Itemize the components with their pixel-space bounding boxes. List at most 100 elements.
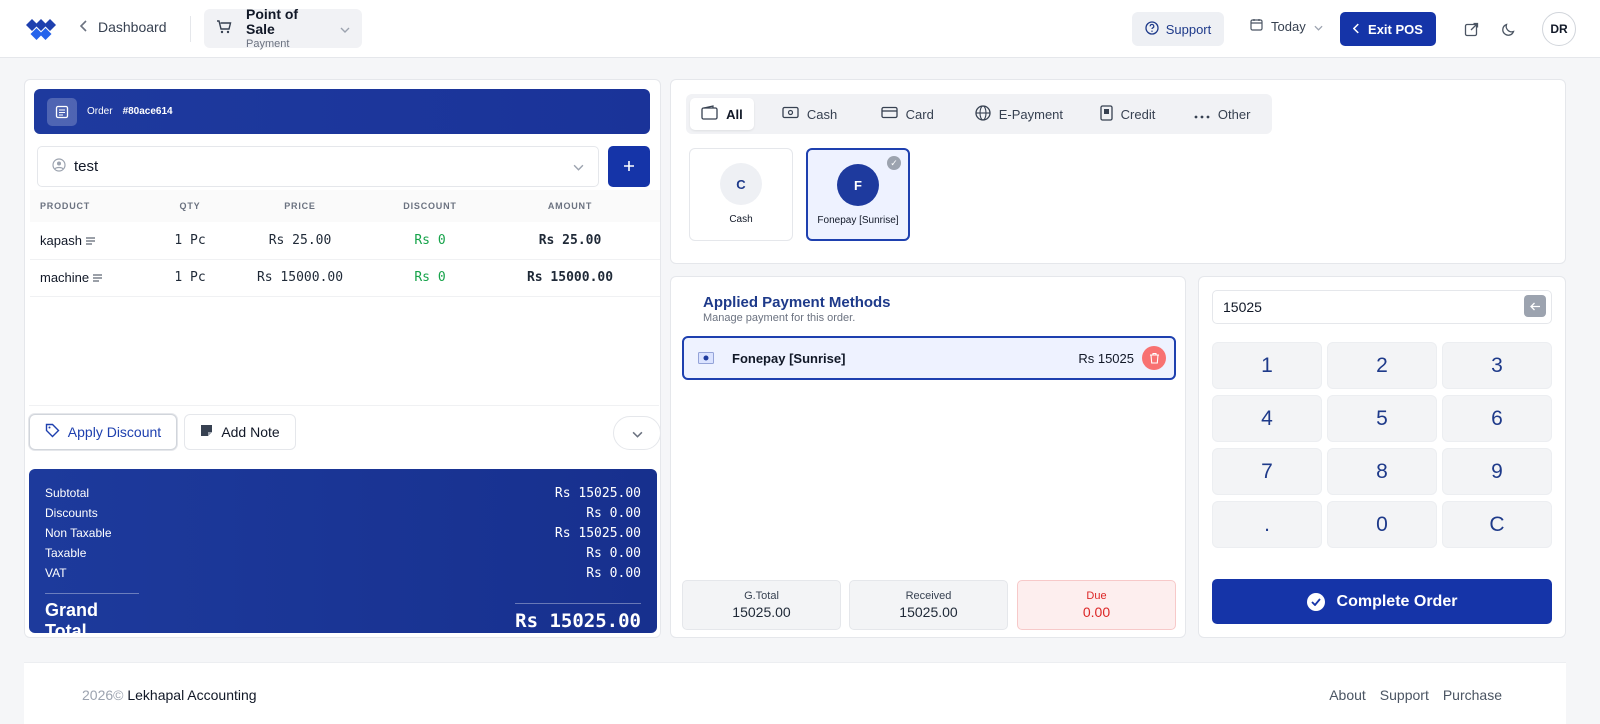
key-8[interactable]: 8 [1327, 448, 1437, 495]
tab-credit[interactable]: Credit [1083, 98, 1173, 130]
gtotal-value: 15025.00 [732, 604, 791, 620]
edit-lines-icon[interactable] [89, 270, 102, 285]
wallet-icon [701, 105, 718, 123]
key-3[interactable]: 3 [1442, 342, 1552, 389]
module-subtitle: Payment [246, 37, 290, 50]
applied-method-name: Fonepay [Sunrise] [732, 350, 846, 366]
globe-icon [975, 104, 991, 124]
product-cell: kapash [30, 222, 160, 260]
exit-pos-button[interactable]: Exit POS [1340, 12, 1436, 46]
footer: 2026© Lekhapal Accounting About Support … [24, 662, 1566, 724]
due-label: Due [1086, 590, 1107, 602]
payment-tabs: All Cash Card E-Payment Credit Other [686, 94, 1272, 134]
credit-card-icon [881, 106, 898, 122]
apply-discount-button[interactable]: Apply Discount [29, 414, 177, 450]
complete-order-label: Complete Order [1336, 592, 1458, 610]
order-items-table: PRODUCT QTY PRICE DISCOUNT AMOUNT kapash… [30, 190, 660, 297]
taxable-value: Rs 0.00 [586, 545, 641, 561]
keypad-grid: 1 2 3 4 5 6 7 8 9 . 0 C [1212, 342, 1552, 548]
backspace-icon[interactable] [1524, 295, 1546, 317]
chevron-down-icon [340, 21, 350, 36]
amount-cell: Rs 25.00 [480, 222, 660, 260]
grand-total-label: Grand Total [45, 593, 139, 642]
tab-cash[interactable]: Cash [762, 98, 858, 130]
help-circle-icon [1145, 20, 1159, 38]
key-6[interactable]: 6 [1442, 395, 1552, 442]
add-note-button[interactable]: Add Note [184, 414, 296, 450]
payment-method-fonepay[interactable]: ✓ F Fonepay [Sunrise] [806, 148, 910, 241]
key-4[interactable]: 4 [1212, 395, 1322, 442]
key-clear[interactable]: C [1442, 501, 1552, 548]
user-circle-icon [52, 157, 66, 176]
support-button[interactable]: Support [1132, 12, 1224, 46]
subtotal-value: Rs 15025.00 [554, 485, 641, 501]
vat-value: Rs 0.00 [586, 565, 641, 581]
module-switcher[interactable]: Point of Sale Payment [204, 5, 362, 50]
price-cell: Rs 25.00 [220, 222, 380, 260]
method-initial: C [720, 163, 762, 205]
footer-link-support[interactable]: Support [1380, 687, 1429, 703]
trash-icon[interactable] [1142, 346, 1166, 370]
numeric-keypad-panel: 1 2 3 4 5 6 7 8 9 . 0 C Complete Order [1198, 276, 1566, 638]
edit-lines-icon[interactable] [82, 233, 95, 248]
payment-methods-panel: All Cash Card E-Payment Credit Other C C… [670, 79, 1566, 264]
complete-order-button[interactable]: Complete Order [1212, 579, 1552, 624]
add-customer-button[interactable] [608, 146, 650, 187]
due-stat: Due 0.00 [1017, 580, 1176, 630]
key-decimal[interactable]: . [1212, 501, 1322, 548]
app-logo[interactable] [24, 16, 58, 42]
key-1[interactable]: 1 [1212, 342, 1322, 389]
received-stat: Received 15025.00 [849, 580, 1008, 630]
discounts-value: Rs 0.00 [586, 505, 641, 521]
table-row[interactable]: kapash 1 Pc Rs 25.00 Rs 0 Rs 25.00 [30, 222, 660, 260]
date-filter-select[interactable]: Today [1250, 18, 1323, 34]
chevron-down-icon [632, 426, 643, 441]
table-header-row: PRODUCT QTY PRICE DISCOUNT AMOUNT [30, 190, 660, 222]
totals-summary: Subtotal Rs 15025.00 Discounts Rs 0.00 N… [29, 469, 657, 641]
module-title: Point of Sale [246, 5, 299, 37]
customer-select[interactable]: test [37, 146, 599, 187]
key-0[interactable]: 0 [1327, 501, 1437, 548]
dashboard-back-link[interactable]: Dashboard [79, 19, 167, 35]
key-5[interactable]: 5 [1327, 395, 1437, 442]
open-external-icon[interactable] [1458, 16, 1484, 42]
applied-method-row[interactable]: Fonepay [Sunrise] Rs 15025 [682, 336, 1176, 380]
applied-method-amount: Rs 15025 [1078, 350, 1134, 366]
vat-label: VAT [45, 566, 67, 580]
applied-subtitle: Manage payment for this order. [703, 312, 856, 324]
discounts-label: Discounts [45, 506, 98, 520]
user-avatar[interactable]: DR [1542, 12, 1576, 46]
dashboard-label: Dashboard [98, 19, 167, 35]
banknote-icon [782, 106, 799, 122]
key-9[interactable]: 9 [1442, 448, 1552, 495]
key-2[interactable]: 2 [1327, 342, 1437, 389]
grand-total-row: Grand Total Rs 15025.00 [45, 587, 641, 642]
moon-icon[interactable] [1495, 16, 1521, 42]
copyright: 2026© Lekhapal Accounting [82, 687, 257, 703]
amount-input[interactable] [1212, 290, 1552, 324]
order-panel: Order #80ace614 test PRODUCT QTY PRICE D… [24, 79, 661, 641]
tab-e-payment[interactable]: E-Payment [959, 98, 1079, 130]
payment-method-cash[interactable]: C Cash [689, 148, 793, 241]
tag-icon [45, 423, 60, 441]
company-name[interactable]: Lekhapal Accounting [127, 687, 256, 703]
applied-title: Applied Payment Methods [703, 294, 891, 311]
table-row[interactable]: machine 1 Pc Rs 15000.00 Rs 0 Rs 15000.0… [30, 259, 660, 297]
non-taxable-value: Rs 15025.00 [554, 525, 641, 541]
tab-all[interactable]: All [690, 98, 754, 130]
chevron-left-icon [79, 19, 88, 35]
footer-link-about[interactable]: About [1329, 687, 1366, 703]
add-note-label: Add Note [221, 424, 280, 440]
chevron-down-icon [573, 158, 584, 175]
top-bar: Dashboard Point of Sale Payment Support … [0, 0, 1600, 58]
footer-link-purchase[interactable]: Purchase [1443, 687, 1502, 703]
cart-icon [216, 19, 232, 38]
tab-card[interactable]: Card [861, 98, 953, 130]
qty-cell: 1 Pc [160, 259, 220, 297]
key-7[interactable]: 7 [1212, 448, 1322, 495]
document-icon [1099, 104, 1113, 124]
collapse-toggle-button[interactable] [613, 416, 661, 450]
non-taxable-row: Non Taxable Rs 15025.00 [45, 523, 641, 543]
qty-cell: 1 Pc [160, 222, 220, 260]
tab-other[interactable]: Other [1176, 98, 1268, 130]
